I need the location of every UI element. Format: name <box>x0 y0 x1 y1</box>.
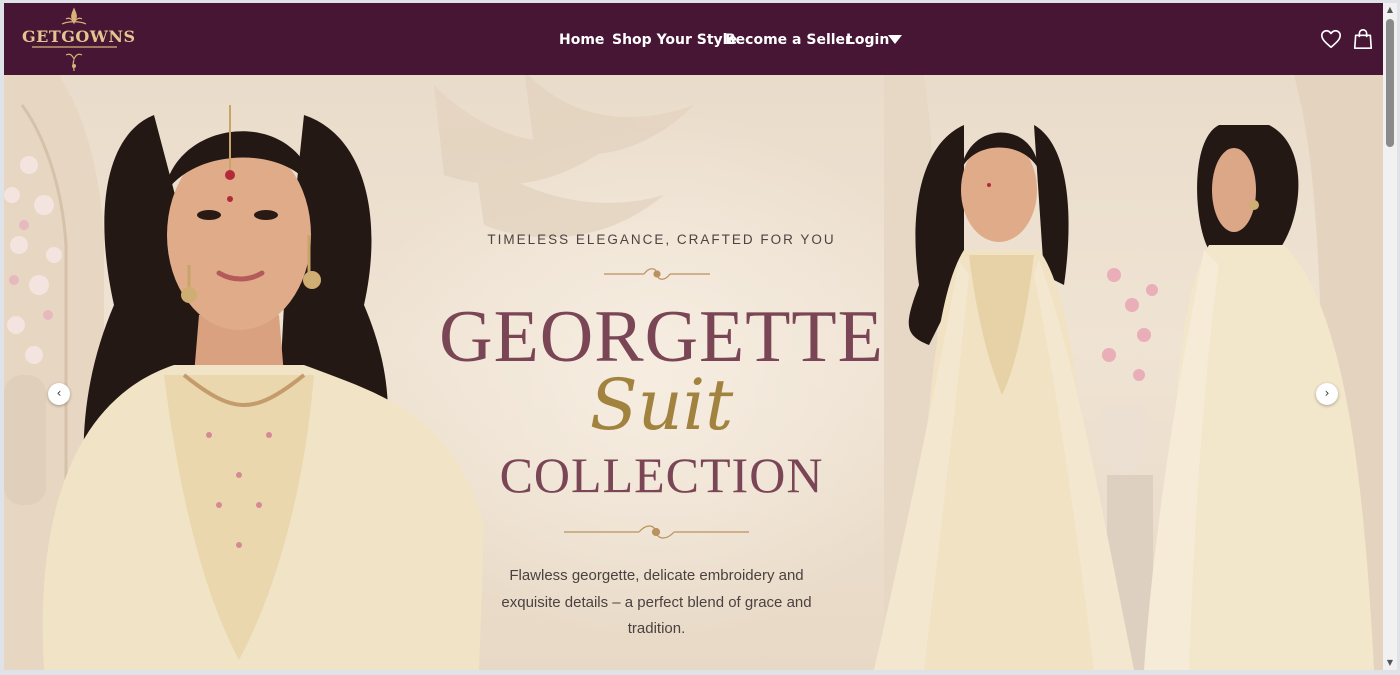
top-navigation-bar: GETGOWNS Home Shop Your Style Become a S… <box>4 3 1383 75</box>
ornament-divider-bottom <box>564 525 749 539</box>
nav-shop-your-style[interactable]: Shop Your Style <box>612 30 737 50</box>
page: GETGOWNS Home Shop Your Style Become a S… <box>4 3 1383 670</box>
scrollbar-thumb[interactable] <box>1386 19 1394 147</box>
getgowns-logo[interactable]: GETGOWNS <box>22 5 136 73</box>
hero-description: Flawless georgette, delicate embroidery … <box>501 567 812 637</box>
nav-home-label[interactable]: Home <box>559 32 604 48</box>
nav-login-label[interactable]: Login <box>846 32 889 48</box>
carousel-next-button[interactable]: › <box>1316 383 1338 405</box>
hero-title-collection: COLLECTION <box>499 447 824 503</box>
carousel-prev-button[interactable]: ‹ <box>48 383 70 405</box>
ornament-divider-top <box>604 268 710 280</box>
scroll-down-arrow-icon[interactable]: ▼ <box>1383 656 1397 670</box>
nav-shop-label[interactable]: Shop Your Style <box>612 32 737 48</box>
hero-banner: TIMELESS ELEGANCE, CRAFTED FOR YOU GEORG… <box>4 75 1383 670</box>
shopping-bag-icon[interactable] <box>1352 28 1374 50</box>
nav-become-a-seller[interactable]: Become a Seller <box>725 30 852 50</box>
nav-login[interactable]: Login <box>846 30 889 50</box>
model-left <box>42 105 484 670</box>
page-scrollbar[interactable]: ▲ ▼ <box>1383 3 1397 670</box>
scroll-up-arrow-icon[interactable]: ▲ <box>1383 3 1397 17</box>
hero-title-suit: Suit <box>589 364 734 446</box>
hero-tagline: TIMELESS ELEGANCE, CRAFTED FOR YOU <box>487 232 836 247</box>
caret-down-icon[interactable] <box>888 34 902 45</box>
nav-seller-label[interactable]: Become a Seller <box>725 32 852 48</box>
heart-icon[interactable] <box>1320 28 1342 50</box>
logo-text: GETGOWNS <box>22 27 136 46</box>
nav-home[interactable]: Home <box>559 30 604 50</box>
